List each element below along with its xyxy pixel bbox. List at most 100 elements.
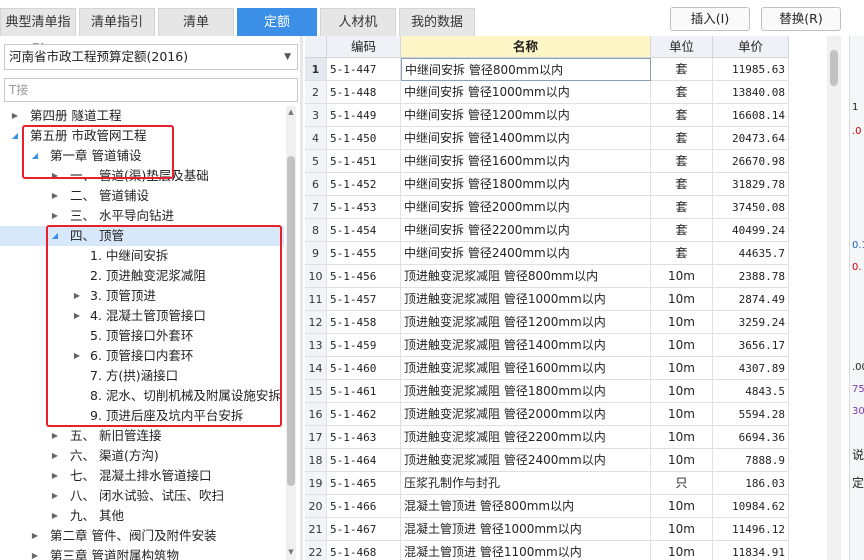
quota-code-cell[interactable]: 5-1-461 bbox=[327, 380, 401, 403]
quota-price-cell[interactable]: 7888.9 bbox=[713, 449, 789, 472]
table-row[interactable]: 1 5-1-447 中继间安拆 管径800mm以内套 11985.63 bbox=[305, 58, 789, 81]
quota-unit-cell[interactable]: 只 bbox=[651, 472, 713, 495]
tab-quota[interactable]: 定额 bbox=[237, 8, 317, 36]
quota-price-cell[interactable]: 11496.12 bbox=[713, 518, 789, 541]
quota-code-cell[interactable]: 5-1-465 bbox=[327, 472, 401, 495]
table-row[interactable]: 12 5-1-458 顶进触变泥浆减阻 管径1200mm以内 10m 3259.24 bbox=[305, 311, 789, 334]
row-index-cell[interactable]: 5 bbox=[305, 150, 327, 173]
quota-unit-cell[interactable]: 10m bbox=[651, 426, 713, 449]
expand-arrow-icon[interactable]: ▶ bbox=[50, 466, 60, 486]
row-index-cell[interactable]: 22 bbox=[305, 541, 327, 560]
quota-unit-cell[interactable]: 10m bbox=[651, 403, 713, 426]
quota-unit-cell[interactable]: 套 bbox=[651, 196, 713, 219]
tree-node[interactable]: ▶ 八、 闭水试验、试压、吹扫 bbox=[0, 486, 284, 506]
quota-code-cell[interactable]: 5-1-448 bbox=[327, 81, 401, 104]
table-row[interactable]: 15 5-1-461 顶进触变泥浆减阻 管径1800mm以内 10m 4843.5 bbox=[305, 380, 789, 403]
expand-arrow-icon[interactable]: ▶ bbox=[50, 506, 60, 526]
table-row[interactable]: 22 5-1-468 混凝土管顶进 管径1100mm以内 10m 11834.91 bbox=[305, 541, 789, 560]
row-index-cell[interactable]: 11 bbox=[305, 288, 327, 311]
row-index-cell[interactable]: 20 bbox=[305, 495, 327, 518]
quota-library-select[interactable]: 河南省市政工程预算定额(2016) ▼ bbox=[4, 44, 298, 70]
quota-unit-cell[interactable]: 套 bbox=[651, 242, 713, 265]
quota-price-cell[interactable]: 26670.98 bbox=[713, 150, 789, 173]
expand-arrow-icon[interactable]: ▶ bbox=[72, 346, 82, 366]
expand-arrow-icon[interactable]: ▶ bbox=[30, 546, 40, 560]
quota-price-cell[interactable]: 13840.08 bbox=[713, 81, 789, 104]
expand-arrow-icon[interactable]: ▶ bbox=[72, 286, 82, 306]
quota-price-cell[interactable]: 16608.14 bbox=[713, 104, 789, 127]
quota-price-cell[interactable]: 6694.36 bbox=[713, 426, 789, 449]
quota-price-cell[interactable]: 40499.24 bbox=[713, 219, 789, 242]
quota-price-cell[interactable]: 20473.64 bbox=[713, 127, 789, 150]
quota-unit-cell[interactable]: 套 bbox=[651, 127, 713, 150]
table-row[interactable]: 6 5-1-452 中继间安拆 管径1800mm以内套 31829.78 bbox=[305, 173, 789, 196]
insert-button[interactable]: 插入(I) bbox=[670, 7, 750, 31]
quota-unit-cell[interactable]: 套 bbox=[651, 173, 713, 196]
row-index-cell[interactable]: 15 bbox=[305, 380, 327, 403]
quota-unit-cell[interactable]: 10m bbox=[651, 495, 713, 518]
quota-unit-cell[interactable]: 10m bbox=[651, 265, 713, 288]
quota-code-cell[interactable]: 5-1-463 bbox=[327, 426, 401, 449]
scroll-down-icon[interactable]: ▼ bbox=[286, 548, 296, 556]
quota-price-cell[interactable]: 44635.7 bbox=[713, 242, 789, 265]
table-row[interactable]: 4 5-1-450 中继间安拆 管径1400mm以内套 20473.64 bbox=[305, 127, 789, 150]
row-index-cell[interactable]: 13 bbox=[305, 334, 327, 357]
tree-node[interactable]: 5. 顶管接口外套环 bbox=[0, 326, 284, 346]
tree-node[interactable]: 7. 方(拱)涵接口 bbox=[0, 366, 284, 386]
tree-node[interactable]: ▶ 第四册 隧道工程 bbox=[0, 106, 284, 126]
table-row[interactable]: 16 5-1-462 顶进触变泥浆减阻 管径2000mm以内 10m 5594.28 bbox=[305, 403, 789, 426]
quota-unit-cell[interactable]: 10m bbox=[651, 288, 713, 311]
expand-arrow-icon[interactable]: ▶ bbox=[50, 446, 60, 466]
row-index-cell[interactable]: 1 bbox=[305, 58, 327, 81]
quota-code-cell[interactable]: 5-1-464 bbox=[327, 449, 401, 472]
quota-code-cell[interactable]: 5-1-460 bbox=[327, 357, 401, 380]
column-header-price[interactable]: 单价 bbox=[713, 36, 789, 58]
collapse-arrow-icon[interactable]: ◢ bbox=[10, 126, 20, 146]
quota-price-cell[interactable]: 5594.28 bbox=[713, 403, 789, 426]
row-index-cell[interactable]: 14 bbox=[305, 357, 327, 380]
row-index-cell[interactable]: 10 bbox=[305, 265, 327, 288]
scroll-up-icon[interactable]: ▲ bbox=[286, 108, 296, 116]
quota-code-cell[interactable]: 5-1-452 bbox=[327, 173, 401, 196]
row-index-cell[interactable]: 6 bbox=[305, 173, 327, 196]
quota-code-cell[interactable]: 5-1-451 bbox=[327, 150, 401, 173]
row-index-cell[interactable]: 9 bbox=[305, 242, 327, 265]
tree-node[interactable]: ▶ 4. 混凝土管顶管接口 bbox=[0, 306, 284, 326]
tree-node[interactable]: ▶ 第三章 管道附属构筑物 bbox=[0, 546, 284, 560]
quota-unit-cell[interactable]: 10m bbox=[651, 518, 713, 541]
quota-price-cell[interactable]: 3259.24 bbox=[713, 311, 789, 334]
table-row[interactable]: 9 5-1-455 中继间安拆 管径2400mm以内套 44635.7 bbox=[305, 242, 789, 265]
quota-code-cell[interactable]: 5-1-458 bbox=[327, 311, 401, 334]
table-row[interactable]: 2 5-1-448 中继间安拆 管径1000mm以内套 13840.08 bbox=[305, 81, 789, 104]
table-scrollbar[interactable] bbox=[827, 36, 841, 560]
tree-node[interactable]: 2. 顶进触变泥浆减阻 bbox=[0, 266, 284, 286]
quota-name-cell[interactable]: 顶进触变泥浆减阻 管径800mm以内 bbox=[401, 265, 651, 288]
row-index-cell[interactable]: 21 bbox=[305, 518, 327, 541]
quota-code-cell[interactable]: 5-1-459 bbox=[327, 334, 401, 357]
quota-code-cell[interactable]: 5-1-450 bbox=[327, 127, 401, 150]
expand-arrow-icon[interactable]: ▶ bbox=[50, 166, 60, 186]
quota-name-cell[interactable]: 顶进触变泥浆减阻 管径1400mm以内 bbox=[401, 334, 651, 357]
quota-name-cell[interactable]: 中继间安拆 管径1400mm以内 bbox=[401, 127, 651, 150]
tree-node[interactable]: ▶ 一、 管道(渠)垫层及基础 bbox=[0, 166, 284, 186]
quota-code-cell[interactable]: 5-1-468 bbox=[327, 541, 401, 560]
quota-name-cell[interactable]: 顶进触变泥浆减阻 管径1800mm以内 bbox=[401, 380, 651, 403]
quota-code-cell[interactable]: 5-1-456 bbox=[327, 265, 401, 288]
tree-node[interactable]: ▶ 五、 新旧管连接 bbox=[0, 426, 284, 446]
expand-arrow-icon[interactable]: ▶ bbox=[50, 426, 60, 446]
row-index-cell[interactable]: 8 bbox=[305, 219, 327, 242]
tab-typical-bill-guide[interactable]: 典型清单指引 bbox=[0, 8, 76, 58]
quota-name-cell[interactable]: 顶进触变泥浆减阻 管径2400mm以内 bbox=[401, 449, 651, 472]
table-row[interactable]: 19 5-1-465 压浆孔制作与封孔只 186.03 bbox=[305, 472, 789, 495]
tree-node[interactable]: ◢ 第五册 市政管网工程 bbox=[0, 126, 284, 146]
quota-price-cell[interactable]: 3656.17 bbox=[713, 334, 789, 357]
table-row[interactable]: 11 5-1-457 顶进触变泥浆减阻 管径1000mm以内 10m 2874.49 bbox=[305, 288, 789, 311]
quota-name-cell[interactable]: 中继间安拆 管径2400mm以内 bbox=[401, 242, 651, 265]
expand-arrow-icon[interactable]: ▶ bbox=[30, 526, 40, 546]
quota-code-cell[interactable]: 5-1-453 bbox=[327, 196, 401, 219]
row-index-cell[interactable]: 4 bbox=[305, 127, 327, 150]
tree-scrollbar[interactable]: ▲ ▼ bbox=[286, 106, 296, 560]
quota-unit-cell[interactable]: 套 bbox=[651, 58, 713, 81]
expand-arrow-icon[interactable]: ▶ bbox=[72, 306, 82, 326]
quota-unit-cell[interactable]: 套 bbox=[651, 81, 713, 104]
